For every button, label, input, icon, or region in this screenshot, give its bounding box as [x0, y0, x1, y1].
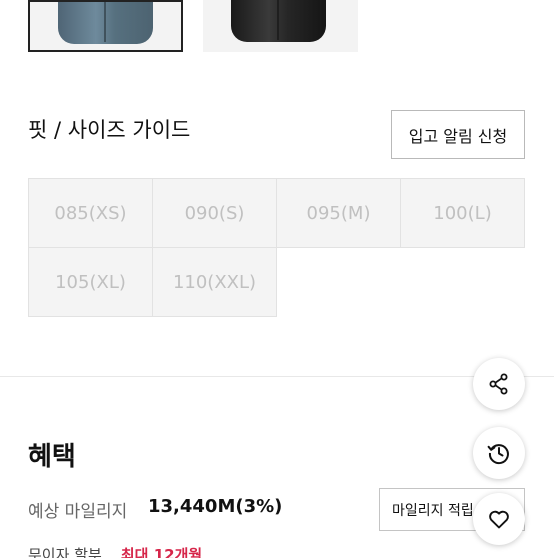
- share-icon: [489, 373, 508, 395]
- benefits-title: 혜택: [28, 442, 76, 472]
- size-option[interactable]: 085(XS): [28, 178, 153, 248]
- size-option[interactable]: 095(M): [276, 178, 401, 248]
- thumbnail-black[interactable]: [203, 0, 358, 52]
- mileage-value: 13,440M(3%): [148, 496, 283, 517]
- like-button[interactable]: [473, 493, 525, 545]
- size-option[interactable]: 110(XXL): [152, 247, 277, 317]
- section-divider: [0, 376, 554, 377]
- share-button[interactable]: [473, 358, 525, 410]
- size-option[interactable]: 100(L): [400, 178, 525, 248]
- thumbnail-blue[interactable]: [28, 0, 183, 52]
- fit-guide-title[interactable]: 핏 / 사이즈 가이드: [28, 114, 190, 144]
- installment-label: 무이자 할부: [28, 546, 102, 558]
- history-icon: [487, 444, 509, 465]
- recent-view-button[interactable]: [473, 427, 525, 479]
- installment-row: 무이자 할부 최대 12개월: [28, 544, 428, 558]
- zipper-line: [104, 2, 106, 42]
- installment-value: 최대 12개월: [120, 546, 203, 558]
- mileage-label: 예상 마일리지: [28, 502, 128, 522]
- zipper-line: [277, 0, 279, 40]
- restock-notify-button[interactable]: 입고 알림 신청: [391, 110, 525, 159]
- size-option[interactable]: 105(XL): [28, 247, 153, 317]
- size-option[interactable]: 090(S): [152, 178, 277, 248]
- heart-icon: [489, 510, 509, 529]
